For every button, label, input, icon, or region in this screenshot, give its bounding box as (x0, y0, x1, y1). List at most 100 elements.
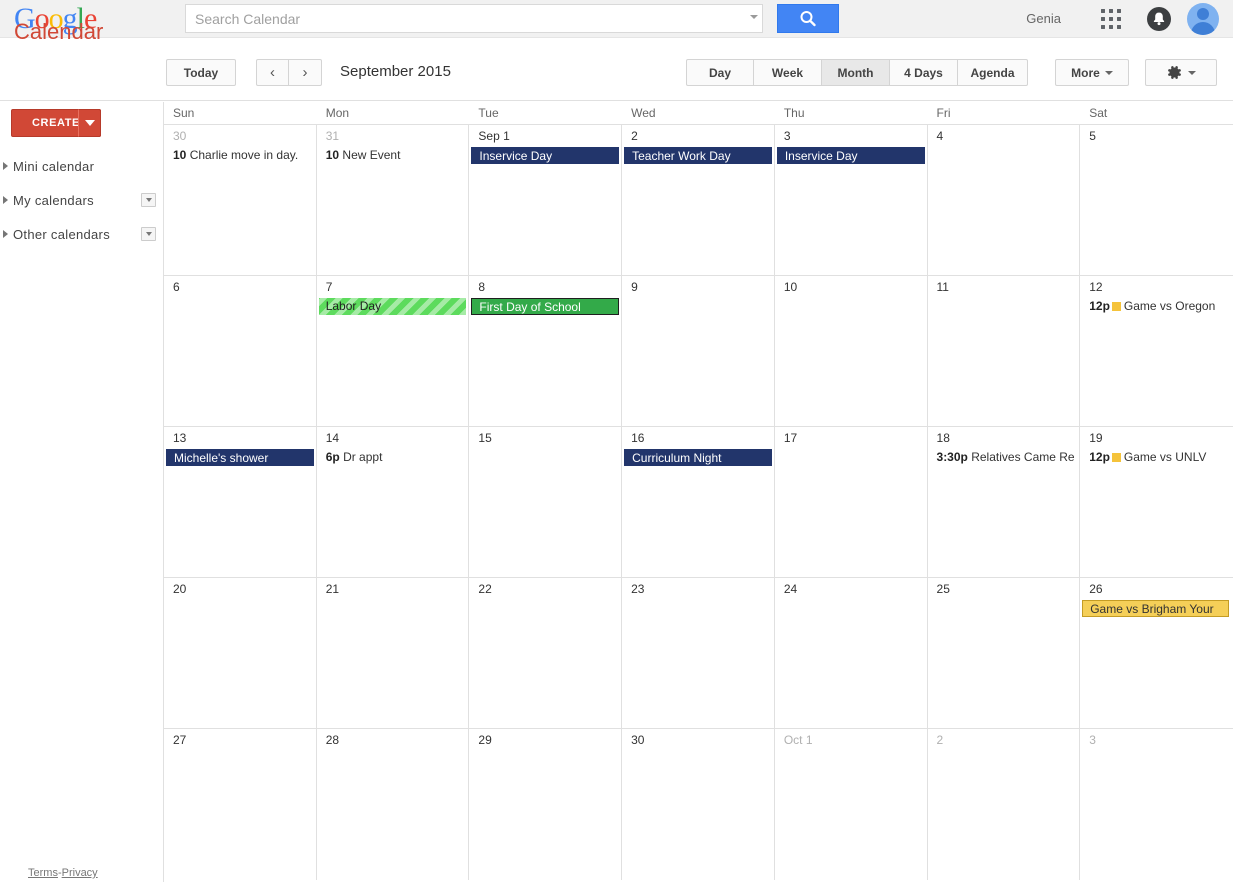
day-number[interactable]: 7 (326, 280, 333, 294)
day-number[interactable]: 19 (1089, 431, 1102, 445)
day-cell[interactable]: 8 First Day of School (469, 276, 623, 426)
day-number[interactable]: 21 (326, 582, 339, 596)
day-cell[interactable]: 10 (775, 276, 928, 426)
day-cell[interactable]: 17 (775, 427, 928, 577)
day-number[interactable]: 12 (1089, 280, 1102, 294)
calendar-event[interactable]: Inservice Day (471, 147, 620, 164)
calendar-event[interactable]: Curriculum Night (624, 449, 772, 466)
day-cell[interactable]: 29 (469, 729, 623, 880)
day-number[interactable]: Sep 1 (478, 129, 509, 143)
day-number[interactable]: 18 (937, 431, 950, 445)
day-cell[interactable]: Sep 1 Inservice Day (469, 125, 623, 275)
day-number[interactable]: 22 (478, 582, 491, 596)
tab-4-days[interactable]: 4 Days (890, 59, 958, 86)
day-cell[interactable]: 4 (928, 125, 1081, 275)
tab-month[interactable]: Month (822, 59, 890, 86)
calendar-event[interactable]: 3:30p Relatives Came Re (930, 449, 1078, 466)
day-number[interactable]: 23 (631, 582, 644, 596)
tab-day[interactable]: Day (686, 59, 754, 86)
day-cell[interactable]: 2 Teacher Work Day (622, 125, 775, 275)
day-cell[interactable]: 3 (1080, 729, 1233, 880)
calendar-event[interactable]: First Day of School (471, 298, 620, 315)
day-cell[interactable]: 28 (317, 729, 470, 880)
day-number[interactable]: 17 (784, 431, 797, 445)
day-number[interactable]: 6 (173, 280, 180, 294)
day-number[interactable]: 13 (173, 431, 186, 445)
day-number[interactable]: 14 (326, 431, 339, 445)
day-number[interactable]: 4 (937, 129, 944, 143)
tab-week[interactable]: Week (754, 59, 822, 86)
sidebar-item-other-calendars[interactable]: Other calendars (0, 222, 164, 246)
day-number[interactable]: 29 (478, 733, 491, 747)
calendar-event[interactable]: 6p Dr appt (319, 449, 467, 466)
day-cell[interactable]: 22 (469, 578, 623, 728)
day-number[interactable]: 25 (937, 582, 950, 596)
day-number[interactable]: 27 (173, 733, 186, 747)
day-number[interactable]: 26 (1089, 582, 1102, 596)
day-cell[interactable]: 27 (164, 729, 317, 880)
calendar-event[interactable]: Teacher Work Day (624, 147, 772, 164)
calendar-event[interactable]: 10 Charlie move in day. (166, 147, 314, 164)
day-number[interactable]: 31 (326, 129, 339, 143)
day-number[interactable]: 9 (631, 280, 638, 294)
day-number[interactable]: 15 (478, 431, 491, 445)
calendar-event[interactable]: Game vs Brigham Your (1082, 600, 1230, 617)
day-cell[interactable]: 24 (775, 578, 928, 728)
day-cell[interactable]: 26 Game vs Brigham Your (1080, 578, 1233, 728)
day-cell[interactable]: 20 (164, 578, 317, 728)
day-cell[interactable]: 9 (622, 276, 775, 426)
more-menu-button[interactable]: More (1055, 59, 1129, 86)
day-cell[interactable]: 25 (928, 578, 1081, 728)
user-name[interactable]: Genia (1026, 11, 1061, 26)
day-number[interactable]: 24 (784, 582, 797, 596)
day-number[interactable]: 28 (326, 733, 339, 747)
day-cell[interactable]: 18 3:30p Relatives Came Re (928, 427, 1081, 577)
calendar-event[interactable]: 12p Game vs Oregon (1082, 298, 1231, 315)
day-cell[interactable]: 23 (622, 578, 775, 728)
privacy-link[interactable]: Privacy (62, 867, 98, 879)
calendar-event[interactable]: Inservice Day (776, 147, 925, 164)
terms-link[interactable]: Terms (28, 867, 58, 879)
my-calendars-options-button[interactable] (141, 193, 156, 207)
previous-period-button[interactable]: ‹ (256, 59, 289, 86)
day-number[interactable]: 5 (1089, 129, 1096, 143)
other-calendars-options-button[interactable] (141, 227, 156, 241)
day-number[interactable]: 16 (631, 431, 644, 445)
sidebar-item-my-calendars[interactable]: My calendars (0, 188, 164, 212)
day-cell[interactable]: Oct 1 (775, 729, 928, 880)
day-cell[interactable]: 21 (317, 578, 470, 728)
day-cell[interactable]: 31 10 New Event (317, 125, 470, 275)
day-cell[interactable]: 3 Inservice Day (775, 125, 928, 275)
day-cell[interactable]: 30 (622, 729, 775, 880)
day-number[interactable]: 3 (1089, 733, 1096, 747)
day-cell[interactable]: 19 12p Game vs UNLV (1080, 427, 1233, 577)
calendar-event[interactable]: Michelle's shower (166, 449, 314, 466)
avatar[interactable] (1187, 3, 1219, 35)
bell-icon[interactable] (1147, 7, 1171, 31)
tab-agenda[interactable]: Agenda (958, 59, 1028, 86)
next-period-button[interactable]: › (289, 59, 322, 86)
day-number[interactable]: Oct 1 (784, 733, 813, 747)
day-number[interactable]: 11 (937, 280, 949, 294)
day-cell[interactable]: 11 (928, 276, 1081, 426)
day-number[interactable]: 30 (631, 733, 644, 747)
day-number[interactable]: 30 (173, 129, 186, 143)
day-cell[interactable]: 2 (928, 729, 1081, 880)
day-cell[interactable]: 5 (1080, 125, 1233, 275)
day-cell[interactable]: 15 (469, 427, 623, 577)
day-number[interactable]: 20 (173, 582, 186, 596)
day-cell[interactable]: 16 Curriculum Night (622, 427, 775, 577)
day-number[interactable]: 2 (631, 129, 638, 143)
day-number[interactable]: 2 (937, 733, 944, 747)
day-cell[interactable]: 30 10 Charlie move in day. (164, 125, 317, 275)
search-options-caret-icon[interactable] (750, 15, 758, 19)
day-cell[interactable]: 14 6p Dr appt (317, 427, 470, 577)
apps-grid-icon[interactable] (1101, 9, 1121, 29)
create-dropdown-button[interactable] (78, 109, 101, 137)
search-button[interactable] (777, 4, 839, 33)
today-button[interactable]: Today (166, 59, 236, 86)
calendar-event[interactable]: Labor Day (318, 298, 467, 315)
search-input[interactable] (185, 4, 763, 33)
day-number[interactable]: 10 (784, 280, 797, 294)
calendar-event[interactable]: 12p Game vs UNLV (1082, 449, 1231, 466)
